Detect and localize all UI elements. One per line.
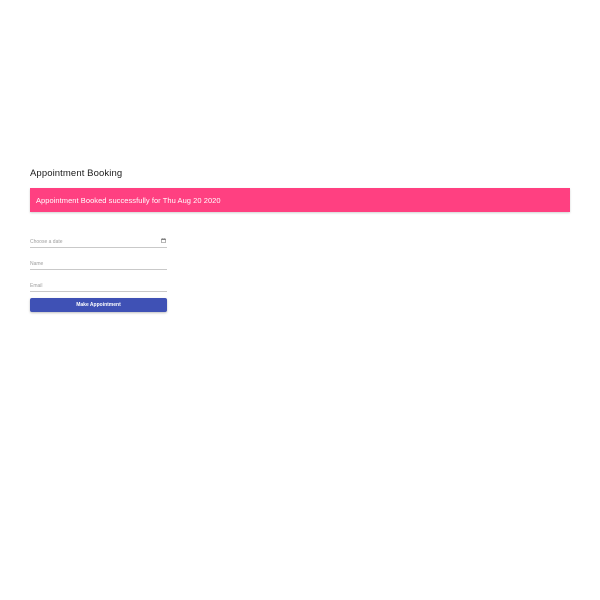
name-field	[30, 256, 167, 270]
page-title: Appointment Booking	[30, 168, 123, 179]
make-appointment-button[interactable]: Make Appointment	[30, 298, 167, 312]
success-message: Appointment Booked successfully for Thu …	[36, 195, 221, 205]
date-input[interactable]	[30, 237, 155, 246]
calendar-icon[interactable]	[161, 238, 166, 243]
date-field	[30, 234, 167, 248]
email-input[interactable]	[30, 281, 155, 290]
email-field	[30, 278, 167, 292]
appointment-form: Make Appointment	[30, 234, 167, 312]
success-banner: Appointment Booked successfully for Thu …	[30, 188, 570, 212]
name-input[interactable]	[30, 259, 155, 268]
appointment-page: Appointment Booking Appointment Booked s…	[0, 0, 600, 600]
